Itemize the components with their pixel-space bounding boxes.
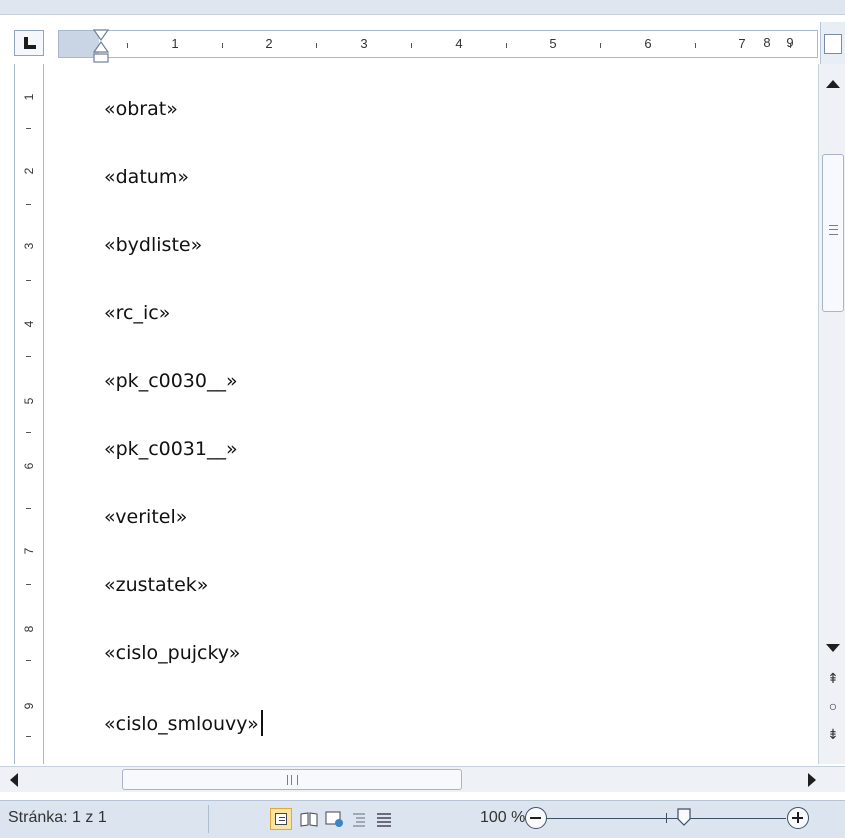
horizontal-scrollbar[interactable] [0,766,845,792]
zoom-slider-center-mark [666,813,667,823]
ruler-tick [26,736,31,737]
ruler-number: 3 [360,36,368,51]
merge-field-text: «cislo_smlouvy» [104,713,259,735]
ruler-number: 6 [22,462,36,470]
status-bar: Stránka: 1 z 1 100 % [0,800,845,838]
view-ruler-button[interactable] [820,22,845,68]
ruler-tick [316,43,317,48]
left-tab-icon-base [24,45,36,49]
zoom-in-button[interactable] [787,807,809,829]
draft-icon [377,813,391,827]
grip-icon [829,225,838,235]
ruler-tick [26,280,31,281]
ruler-tick [26,584,31,585]
merge-field[interactable]: «bydliste» [104,234,202,256]
horizontal-ruler[interactable]: 1 2 3 4 5 6 7 [58,30,818,58]
merge-field[interactable]: «zustatek» [104,574,208,596]
draft-view-button[interactable] [373,808,395,830]
ruler-number: 5 [22,397,36,405]
vertical-scrollbar[interactable]: ⇞ ○ ⇟ [818,64,845,764]
vertical-scroll-thumb[interactable] [822,154,844,312]
ruler-number: 1 [171,36,179,51]
ruler-tick [26,204,31,205]
merge-field[interactable]: «veritel» [104,506,187,528]
zoom-slider-thumb[interactable] [677,808,691,826]
document-page[interactable]: «obrat» «datum» «bydliste» «rc_ic» «pk_c… [46,64,818,764]
merge-field[interactable]: «pk_c0030__» [104,370,238,392]
ruler-tick [600,43,601,48]
ruler-number: 9 [786,35,794,50]
scroll-right-arrow-icon[interactable] [808,773,816,787]
ruler-number: 9 [22,702,36,710]
vertical-ruler[interactable]: 1 2 3 4 5 6 7 8 9 [14,64,44,764]
merge-field-text: «datum» [104,166,189,188]
ruler-number: 5 [549,36,557,51]
previous-page-icon[interactable]: ⇞ [823,668,843,688]
ruler-number: 4 [455,36,463,51]
outline-view-button[interactable] [348,808,370,830]
tab-stop-selector[interactable] [14,30,44,56]
merge-field[interactable]: «cislo_smlouvy» [104,710,263,736]
ruler-tick [222,43,223,48]
icon-line [279,817,285,818]
merge-field-text: «rc_ic» [104,302,171,324]
ruler-number: 2 [22,167,36,175]
horizontal-scroll-thumb[interactable] [122,769,462,790]
outline-icon [353,813,365,827]
book-icon [300,812,318,827]
ruler-tick [26,508,31,509]
ruler-number: 8 [763,35,771,50]
ruler-tick [26,432,31,433]
ruler-number: 2 [265,36,273,51]
ruler-number: 3 [22,242,36,250]
merge-field-text: «pk_c0031__» [104,438,238,460]
merge-field[interactable]: «cislo_pujcky» [104,642,240,664]
ruler-toggle-icon [824,34,842,54]
zoom-level[interactable]: 100 % [480,809,525,827]
status-separator [208,805,209,833]
indent-marker[interactable] [91,26,111,66]
scroll-up-arrow-icon[interactable] [826,80,840,88]
ruler-tick [26,660,31,661]
web-layout-icon [325,811,343,827]
print-layout-icon [275,813,287,825]
merge-field-text: «cislo_pujcky» [104,642,241,664]
scroll-down-arrow-icon[interactable] [826,644,840,652]
merge-field[interactable]: «rc_ic» [104,302,170,324]
window-top-strip [0,0,845,15]
select-browse-object-icon[interactable]: ○ [823,696,843,716]
ruler-number: 7 [738,36,746,51]
ruler-number: 6 [644,36,652,51]
merge-field-text: «bydliste» [104,234,203,256]
text-cursor [260,710,263,736]
merge-field-text: «veritel» [104,506,188,528]
full-screen-reading-button[interactable] [298,808,320,830]
ruler-tick [695,43,696,48]
web-layout-button[interactable] [323,808,345,830]
merge-field-text: «pk_c0030__» [104,370,238,392]
ruler-number: 8 [22,625,36,633]
page-count[interactable]: Stránka: 1 z 1 [8,809,107,827]
ruler-number: 4 [22,320,36,328]
ruler-tick [127,43,128,48]
ruler-tick [411,43,412,48]
ruler-tick [506,43,507,48]
print-layout-button[interactable] [270,808,292,830]
ruler-number: 1 [22,93,36,101]
merge-field[interactable]: «obrat» [104,98,178,120]
ruler-number: 7 [22,547,36,555]
grip-icon [287,775,298,785]
merge-field[interactable]: «datum» [104,166,189,188]
ruler-tick [26,128,31,129]
merge-field-text: «zustatek» [104,574,209,596]
next-page-icon[interactable]: ⇟ [823,724,843,744]
merge-field[interactable]: «pk_c0031__» [104,438,238,460]
icon-line [279,820,285,821]
scroll-left-arrow-icon[interactable] [10,773,18,787]
zoom-out-button[interactable] [525,807,547,829]
merge-field-text: «obrat» [104,98,178,120]
ruler-tick [26,356,31,357]
